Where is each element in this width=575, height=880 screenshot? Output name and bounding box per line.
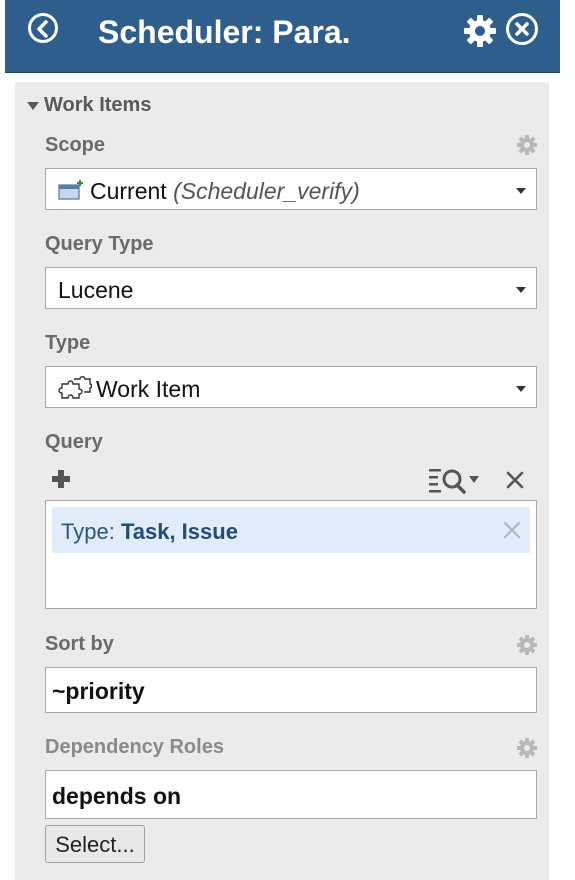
puzzle-piece-icon bbox=[58, 376, 92, 399]
remove-chip-icon[interactable] bbox=[502, 520, 522, 540]
sidebar-header: Scheduler: Para. bbox=[5, 0, 560, 73]
caret-down-icon bbox=[27, 101, 39, 110]
dependency-roles-value: depends on bbox=[52, 783, 182, 809]
page-title: Scheduler: Para. bbox=[98, 14, 351, 50]
type-select[interactable]: Work Item bbox=[45, 366, 537, 408]
sort-by-value: ~priority bbox=[52, 678, 145, 704]
close-icon bbox=[515, 22, 529, 36]
dependency-roles-label: Dependency Roles bbox=[45, 736, 224, 758]
gear-icon bbox=[464, 15, 496, 47]
back-button[interactable] bbox=[28, 13, 58, 43]
chevron-left-icon bbox=[37, 20, 48, 38]
section-work-items-toggle[interactable]: Work Items bbox=[27, 94, 151, 117]
scope-context: (Scheduler_verify) bbox=[173, 178, 360, 204]
sort-by-input[interactable]: ~priority bbox=[45, 667, 537, 713]
clear-query-icon[interactable] bbox=[505, 470, 525, 490]
sort-by-label: Sort by bbox=[45, 633, 114, 655]
settings-button[interactable] bbox=[463, 14, 497, 48]
query-type-select[interactable]: Lucene bbox=[45, 267, 537, 309]
section-title: Work Items bbox=[44, 94, 152, 116]
dropdown-arrow-icon bbox=[516, 287, 526, 293]
left-margin bbox=[5, 73, 15, 880]
properties-panel: Work Items Scope Current (Scheduler_veri… bbox=[15, 82, 549, 880]
query-chip-value: Task, Issue bbox=[120, 519, 238, 544]
scope-select[interactable]: Current (Scheduler_verify) bbox=[45, 168, 537, 210]
scope-label: Scope bbox=[45, 134, 106, 156]
query-type-value: Lucene bbox=[58, 277, 134, 303]
dependency-gear-icon[interactable] bbox=[516, 737, 538, 759]
query-box[interactable]: Type: Task, Issue bbox=[45, 500, 537, 609]
add-icon[interactable] bbox=[51, 469, 71, 489]
query-builder-icon[interactable] bbox=[429, 466, 487, 494]
type-value: Work Item bbox=[96, 376, 201, 402]
query-label: Query bbox=[45, 431, 103, 453]
query-chip-key: Type: bbox=[61, 519, 115, 544]
scope-value: Current bbox=[90, 178, 167, 204]
close-button[interactable] bbox=[506, 13, 538, 45]
query-type-label: Query Type bbox=[45, 233, 154, 255]
right-margin bbox=[560, 0, 575, 880]
query-chip[interactable]: Type: Task, Issue bbox=[52, 507, 530, 553]
dropdown-arrow-icon bbox=[516, 386, 526, 392]
dropdown-arrow-icon bbox=[516, 188, 526, 194]
select-button[interactable]: Select... bbox=[45, 825, 145, 863]
type-label: Type bbox=[45, 332, 91, 354]
project-icon bbox=[58, 180, 83, 200]
sort-gear-icon[interactable] bbox=[516, 634, 538, 656]
dependency-roles-input[interactable]: depends on bbox=[45, 770, 537, 819]
scope-gear-icon[interactable] bbox=[516, 134, 538, 156]
